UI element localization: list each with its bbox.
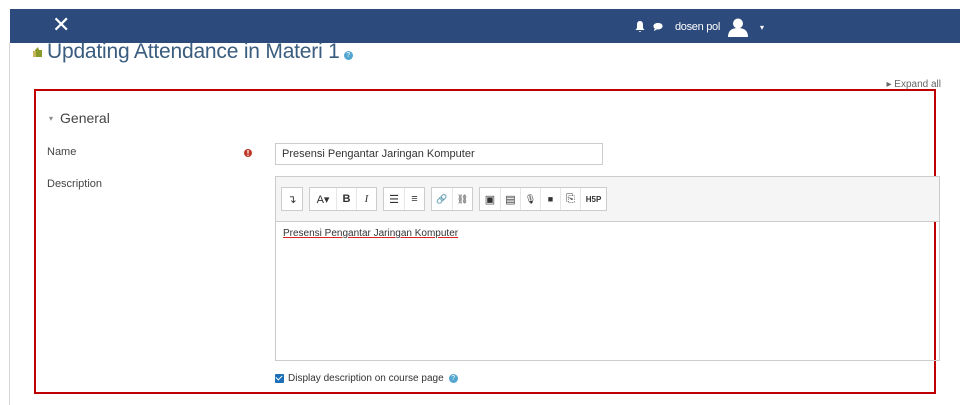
- close-drawer-button[interactable]: ✕: [52, 12, 70, 38]
- description-editor: ↴ A▾ B I ☰ ≡ 🔗 ⛓ ▣ ▤ 🎙 ■ ⎘ H5P Presensi …: [275, 176, 940, 361]
- editor-content-text: Presensi Pengantar Jaringan Komputer: [283, 228, 459, 239]
- toolbar-group-links: 🔗 ⛓: [431, 187, 473, 211]
- record-video-icon[interactable]: ■: [540, 188, 560, 210]
- h5p-icon[interactable]: H5P: [580, 188, 606, 210]
- toolbar-group-collapse: ↴: [281, 187, 303, 211]
- collapse-toolbar-icon[interactable]: ↴: [282, 188, 302, 210]
- display-description-row: Display description on course page ?: [275, 373, 458, 384]
- toolbar-group-style: A▾ B I: [309, 187, 377, 211]
- title-help-icon[interactable]: ?: [343, 50, 353, 60]
- unordered-list-icon[interactable]: ☰: [384, 188, 404, 210]
- image-icon[interactable]: ▣: [480, 188, 500, 210]
- toolbar-group-lists: ☰ ≡: [383, 187, 425, 211]
- bold-icon[interactable]: B: [336, 188, 356, 210]
- name-input[interactable]: [275, 143, 603, 165]
- name-label: Name: [47, 146, 77, 158]
- top-navbar: ✕ dosen pol ▾: [10, 9, 960, 43]
- text-style-icon[interactable]: A▾: [310, 188, 336, 210]
- display-description-checkbox[interactable]: [275, 374, 284, 383]
- description-label: Description: [47, 178, 103, 190]
- user-menu-area: dosen pol ▾: [635, 17, 764, 37]
- display-description-label[interactable]: Display description on course page: [288, 373, 444, 384]
- collapse-chevron-icon: ▾: [49, 113, 54, 123]
- avatar-icon[interactable]: [727, 17, 748, 37]
- page-left-border: [9, 43, 10, 405]
- required-icon: [244, 149, 252, 157]
- section-legend-label: General: [60, 110, 110, 126]
- chat-icon[interactable]: [653, 21, 663, 33]
- editor-content-area[interactable]: Presensi Pengantar Jaringan Komputer: [276, 222, 939, 245]
- page-title: Updating Attendance in Materi 1: [47, 40, 340, 63]
- unlink-icon[interactable]: ⛓: [452, 188, 472, 210]
- italic-icon[interactable]: I: [356, 188, 376, 210]
- media-icon[interactable]: ▤: [500, 188, 520, 210]
- bell-icon[interactable]: [635, 21, 645, 33]
- ordered-list-icon[interactable]: ≡: [404, 188, 424, 210]
- record-audio-icon[interactable]: 🎙: [520, 188, 540, 210]
- page-header: Updating Attendance in Materi 1 ?: [33, 40, 353, 64]
- attendance-activity-icon: [33, 47, 42, 57]
- manage-files-icon[interactable]: ⎘: [560, 188, 580, 210]
- user-name[interactable]: dosen pol: [675, 21, 720, 33]
- user-menu-caret-icon[interactable]: ▾: [760, 23, 764, 32]
- link-icon[interactable]: 🔗: [432, 188, 452, 210]
- editor-toolbar: ↴ A▾ B I ☰ ≡ 🔗 ⛓ ▣ ▤ 🎙 ■ ⎘ H5P: [276, 177, 939, 222]
- toolbar-group-media: ▣ ▤ 🎙 ■ ⎘ H5P: [479, 187, 607, 211]
- display-description-help-icon[interactable]: ?: [448, 374, 458, 383]
- general-section-toggle[interactable]: ▾ General: [49, 110, 110, 126]
